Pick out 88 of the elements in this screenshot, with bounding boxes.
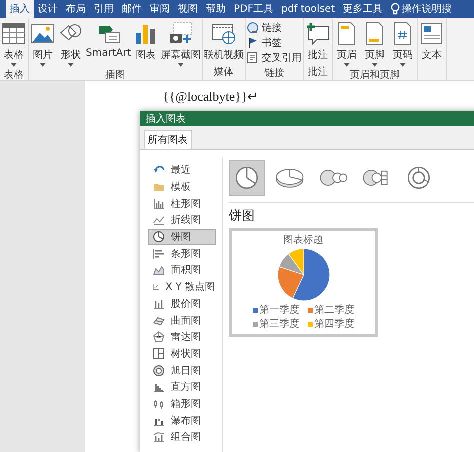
group-label: 媒体 [214, 66, 234, 79]
chart-type-item[interactable]: 曲面图 [148, 312, 216, 329]
legend-label: 第二季度 [314, 304, 354, 317]
ribbon-button[interactable]: 链接 [247, 21, 302, 35]
chart-type-item[interactable]: 箱形图 [148, 396, 216, 412]
group-label: 批注 [308, 66, 328, 79]
ribbon-button[interactable]: 页脚 [361, 20, 390, 68]
ribbon-tab[interactable]: 设计 [34, 0, 62, 18]
ribbon-button[interactable]: 文本 [418, 20, 446, 62]
flag-icon [247, 37, 260, 49]
ribbon-button[interactable]: SmartArt [85, 20, 132, 59]
ribbon-button[interactable]: 页眉 [333, 20, 362, 68]
chart-title: 图表标题 [284, 234, 324, 247]
sunburst-icon [153, 364, 165, 377]
ribbon-button[interactable]: 屏幕截图 [160, 20, 202, 68]
ribbon-tab[interactable]: 审阅 [146, 0, 174, 18]
legend-label: 第三季度 [260, 318, 300, 331]
ribbon-tab[interactable]: 邮件 [118, 0, 146, 18]
chart-type-item[interactable]: 股价图 [148, 296, 216, 312]
area-chart-icon [153, 264, 165, 276]
legend-label: 第四季度 [314, 318, 354, 331]
chart-type-item[interactable]: 组合图 [148, 429, 216, 446]
ribbon-tab[interactable]: 布局 [62, 0, 90, 18]
chart-type-item[interactable]: 条形图 [148, 245, 216, 262]
chart-type-item[interactable]: X Y 散点图 [148, 278, 216, 296]
link-icon [247, 22, 260, 34]
histogram-icon [153, 381, 165, 394]
ribbon-button[interactable]: 形状 [57, 20, 85, 68]
radar-chart-icon [153, 331, 165, 344]
chart-type-item[interactable]: 饼图 [148, 228, 216, 246]
stock-chart-icon [153, 298, 165, 310]
group-label: 表格 [4, 68, 24, 80]
treemap-icon [153, 348, 165, 360]
tell-me-search[interactable]: 操作说明搜 [400, 0, 452, 18]
chart-type-item[interactable]: 折线图 [148, 212, 216, 229]
chart-type-item[interactable]: 模板 [148, 178, 216, 196]
chart-subtype-button[interactable] [229, 160, 265, 196]
pie-chart-drawing [276, 247, 332, 303]
surface-chart-icon [153, 314, 165, 327]
ribbon-button[interactable]: 图片 [29, 20, 57, 68]
ribbon-tab[interactable]: 插入 [6, 0, 34, 18]
ribbon-button[interactable]: 书签 [247, 36, 302, 50]
ribbon-button[interactable]: 联机视频 [203, 20, 246, 62]
folder-icon [153, 181, 165, 194]
ribbon-tab[interactable]: 视图 [174, 0, 202, 18]
horizontal-bar-chart-icon [153, 248, 165, 260]
chart-type-item[interactable]: 最近 [148, 162, 216, 179]
box-plot-icon [153, 398, 165, 410]
chart-type-item[interactable]: 瀑布图 [148, 412, 216, 429]
ribbon-tab[interactable]: 引用 [90, 0, 118, 18]
chart-type-item[interactable]: 直方图 [148, 378, 216, 396]
caret-icon [40, 63, 46, 67]
caret-icon [372, 63, 378, 67]
comment-icon [305, 21, 332, 47]
dialog-tab[interactable]: 所有图表 [144, 130, 192, 149]
caret-icon [178, 63, 184, 67]
document-icon [247, 52, 260, 64]
text-box-icon [419, 21, 446, 47]
chart-type-heading: 饼图 [229, 208, 256, 225]
chart-type-item[interactable]: 面积图 [148, 262, 216, 279]
ribbon-button[interactable]: 批注 [304, 20, 332, 62]
caret-icon [68, 63, 74, 67]
group-label: 链接 [264, 66, 285, 80]
document-text: {{@localbyte}}↵ [163, 89, 260, 105]
ribbon-button[interactable]: 图表 [132, 20, 160, 62]
lightbulb-icon [391, 3, 400, 15]
ribbon-tab[interactable]: pdf toolset [277, 0, 340, 18]
chart-type-item[interactable]: 雷达图 [148, 328, 216, 346]
combo-chart-icon [153, 431, 165, 444]
chart-type-item[interactable]: 柱形图 [148, 195, 216, 212]
ribbon-button[interactable]: 页码 [389, 20, 418, 68]
caret-icon [344, 63, 350, 67]
ribbon-tab[interactable]: PDF工具 [230, 0, 278, 18]
ribbon-button[interactable]: 表格 [0, 20, 28, 68]
ribbon-button[interactable]: 交叉引用 [247, 51, 302, 65]
ribbon-tab[interactable]: 帮助 [202, 0, 230, 18]
pie-chart-icon [153, 231, 165, 244]
group-label: 插图 [106, 69, 126, 80]
dialog-title: 插入图表 [140, 111, 474, 126]
caret-icon [400, 63, 406, 67]
ribbon-tab[interactable]: 更多工具 [339, 0, 388, 18]
chart-type-item[interactable]: 树状图 [148, 346, 216, 362]
legend-label: 第一季度 [260, 304, 300, 317]
chart-type-item[interactable]: 旭日图 [148, 362, 216, 379]
group-label: 页眉和页脚 [350, 68, 400, 80]
caret-icon [11, 63, 17, 67]
line-chart-icon [153, 214, 165, 226]
bar-chart-icon [153, 198, 165, 210]
